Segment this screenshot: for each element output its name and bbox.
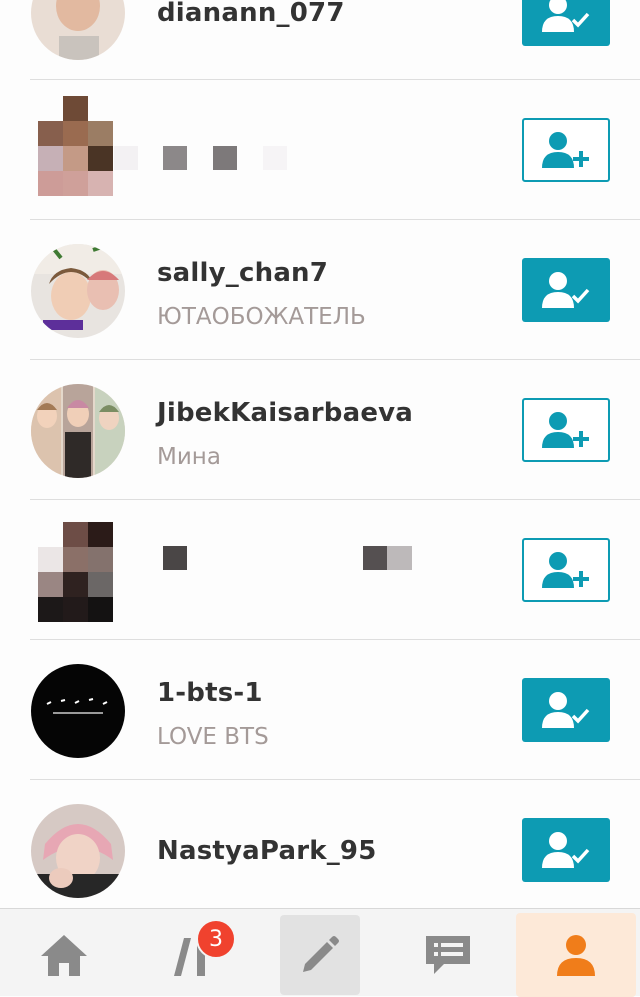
list-item[interactable] xyxy=(0,80,640,220)
following-button[interactable] xyxy=(522,0,610,46)
tab-compose[interactable] xyxy=(280,915,360,995)
username[interactable]: dianann_077 xyxy=(157,0,345,28)
add-user-icon xyxy=(542,552,589,588)
user-check-icon xyxy=(542,692,590,728)
user-list: dianann_077 sally_chan7 ЮТАОБОЖАТЕЛЬ Jib… xyxy=(0,0,640,908)
list-item[interactable]: sally_chan7 ЮТАОБОЖАТЕЛЬ xyxy=(0,220,640,360)
chat-icon xyxy=(426,936,470,974)
avatar[interactable] xyxy=(38,522,114,622)
follow-button[interactable] xyxy=(522,538,610,602)
following-button[interactable] xyxy=(522,818,610,882)
follow-button[interactable] xyxy=(522,398,610,462)
avatar[interactable] xyxy=(31,0,125,60)
username[interactable]: NastyaPark_95 xyxy=(157,836,377,866)
avatar[interactable] xyxy=(31,664,125,758)
username[interactable]: JibekKaisarbaeva xyxy=(157,398,413,428)
tab-feed[interactable]: 3 xyxy=(152,915,236,995)
following-button[interactable] xyxy=(522,258,610,322)
home-icon xyxy=(41,935,87,976)
avatar[interactable] xyxy=(31,244,125,338)
profile-icon xyxy=(557,935,595,976)
follow-button[interactable] xyxy=(522,118,610,182)
tab-home[interactable] xyxy=(24,915,104,995)
list-item[interactable]: dianann_077 xyxy=(0,0,640,80)
avatar[interactable] xyxy=(31,384,125,478)
add-user-icon xyxy=(542,132,589,168)
user-status: ЮТАОБОЖАТЕЛЬ xyxy=(157,304,366,330)
username[interactable]: 1-bts-1 xyxy=(157,678,263,708)
user-status: LOVE BTS xyxy=(157,724,269,750)
avatar[interactable] xyxy=(31,804,125,898)
list-item[interactable]: JibekKaisarbaeva Мина xyxy=(0,360,640,500)
tab-profile[interactable] xyxy=(516,913,636,997)
username[interactable] xyxy=(112,146,292,170)
following-button[interactable] xyxy=(522,678,610,742)
add-user-icon xyxy=(542,412,589,448)
user-check-icon xyxy=(542,0,590,32)
list-item[interactable]: NastyaPark_95 xyxy=(0,780,640,908)
username[interactable]: sally_chan7 xyxy=(157,258,328,288)
username[interactable] xyxy=(162,546,422,570)
user-status: Мина xyxy=(157,444,221,470)
user-check-icon xyxy=(542,832,590,868)
tab-chat[interactable] xyxy=(408,915,488,995)
avatar[interactable] xyxy=(38,96,114,196)
list-item[interactable]: 1-bts-1 LOVE BTS xyxy=(0,640,640,780)
notification-badge: 3 xyxy=(196,919,236,959)
bottom-tab-bar: 3 xyxy=(0,908,640,997)
list-item[interactable] xyxy=(0,500,640,640)
pencil-icon xyxy=(303,936,339,972)
user-check-icon xyxy=(542,272,590,308)
